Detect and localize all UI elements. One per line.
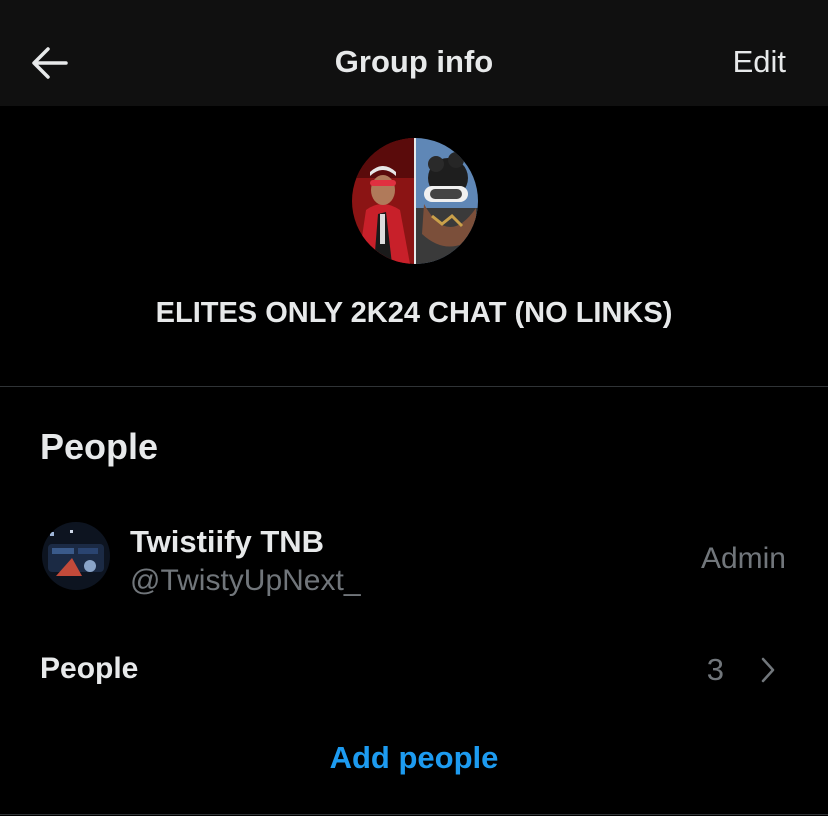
page-title: Group info: [334, 44, 494, 79]
member-avatar-image: [42, 522, 110, 590]
edit-button[interactable]: Edit: [733, 44, 786, 80]
group-avatar-image: [352, 138, 478, 264]
people-list-link[interactable]: People 3: [0, 636, 828, 702]
group-name: ELITES ONLY 2K24 CHAT (NO LINKS): [155, 297, 673, 329]
people-section-heading: People: [40, 426, 159, 467]
people-count: 3: [706, 652, 724, 687]
bottom-divider: [0, 814, 828, 815]
top-bar: Group info Edit: [0, 0, 828, 106]
member-display-name: Twistiify TNB: [130, 524, 325, 559]
section-divider: [0, 386, 828, 387]
member-handle: @TwistyUpNext_: [130, 564, 361, 597]
member-row[interactable]: Twistiify TNB @TwistyUpNext_ Admin: [0, 510, 828, 610]
add-people-button[interactable]: Add people: [0, 740, 828, 776]
people-row-label: People: [40, 652, 139, 685]
group-avatar[interactable]: [352, 138, 478, 264]
avatar[interactable]: [42, 522, 110, 590]
chevron-right-icon: [761, 657, 775, 683]
member-role-badge: Admin: [700, 542, 786, 575]
